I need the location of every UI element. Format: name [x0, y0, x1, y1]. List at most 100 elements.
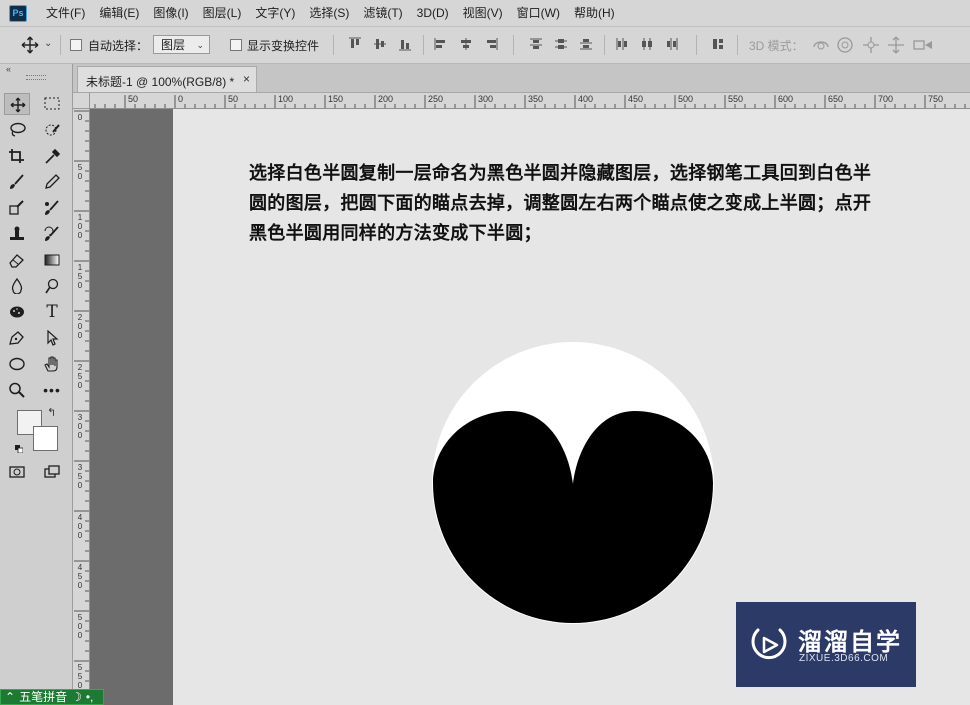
marquee-tool[interactable]: [39, 93, 65, 115]
moon-icon[interactable]: ☽: [71, 690, 82, 704]
dodge-tool[interactable]: [39, 275, 65, 297]
show-transform-checkbox[interactable]: [230, 39, 242, 51]
align-top-icon[interactable]: [348, 37, 362, 51]
menu-type[interactable]: 文字(Y): [255, 0, 295, 26]
3d-roll-icon[interactable]: [836, 36, 854, 57]
chevron-down-icon: ⌄: [196, 40, 204, 50]
3d-rotate-icon[interactable]: [811, 36, 831, 57]
more-tools[interactable]: •••: [39, 379, 65, 401]
ruler-label: 2 5 0: [77, 363, 83, 390]
move-tool[interactable]: [4, 93, 30, 115]
distribute-top-icon[interactable]: [529, 37, 543, 51]
align-left-icon[interactable]: [434, 37, 448, 51]
swap-colors-icon[interactable]: ↰: [47, 406, 56, 419]
pen-tool[interactable]: [4, 327, 30, 349]
crop-tool[interactable]: [4, 145, 30, 167]
sponge-icon: [10, 306, 24, 318]
quick-mask-tool[interactable]: [4, 461, 30, 483]
pencil-tool[interactable]: [39, 171, 65, 193]
lasso-icon: [10, 122, 26, 137]
divider: [60, 35, 61, 55]
brush-tool[interactable]: [4, 171, 30, 193]
quick-mask-icon: [9, 466, 25, 478]
lasso-tool[interactable]: [4, 119, 30, 141]
distribute-bottom-icon[interactable]: [579, 37, 593, 51]
menu-help[interactable]: 帮助(H): [574, 0, 615, 26]
show-transform-label: 显示变换控件: [247, 39, 320, 53]
dodge-icon: [45, 278, 59, 294]
auto-select-checkbox[interactable]: [70, 39, 82, 51]
menu-edit[interactable]: 编辑(E): [99, 0, 139, 26]
close-icon[interactable]: ×: [243, 72, 250, 86]
3d-pan-icon[interactable]: [862, 36, 880, 57]
auto-align-icon[interactable]: [711, 37, 725, 51]
eraser-tool[interactable]: [4, 249, 30, 271]
history-brush-tool[interactable]: [39, 223, 65, 245]
auto-select-target-dropdown[interactable]: 图层 ⌄: [153, 35, 210, 54]
distribute-left-icon[interactable]: [615, 37, 629, 51]
screen-mode-tool[interactable]: [39, 461, 65, 483]
divider: [513, 35, 514, 55]
menu-image[interactable]: 图像(I): [153, 0, 188, 26]
horizontal-ruler[interactable]: 50 0 50 100 150 200 250 300 350 400 450 500 550 600 65…: [90, 93, 970, 109]
menu-view[interactable]: 视图(V): [463, 0, 503, 26]
divider: [696, 35, 697, 55]
document-canvas[interactable]: 选择白色半圆复制一层命名为黑色半圆并隐藏图层，选择钢笔工具回到白色半圆的图层，把…: [173, 109, 970, 705]
menu-file[interactable]: 文件(F): [46, 0, 85, 26]
clone-stamp-tool[interactable]: [4, 197, 30, 219]
stamp-tool[interactable]: [4, 223, 30, 245]
ruler-label: 1 5 0: [77, 263, 83, 290]
align-hcenter-icon[interactable]: [459, 37, 473, 51]
quick-select-icon: [45, 124, 60, 136]
eyedropper-tool[interactable]: [39, 145, 65, 167]
punctuation-icon[interactable]: •,: [86, 690, 94, 704]
ime-toggle-icon[interactable]: ⌃: [5, 690, 15, 704]
ellipse-tool[interactable]: [4, 353, 30, 375]
mixer-brush-tool[interactable]: [39, 197, 65, 219]
default-colors-icon[interactable]: [15, 442, 24, 454]
ruler-label: 350: [528, 94, 544, 104]
distribute-hcenter-icon[interactable]: [640, 37, 654, 51]
zoom-icon: [9, 382, 25, 398]
3d-slide-icon[interactable]: [887, 36, 905, 57]
menu-layer[interactable]: 图层(L): [203, 0, 242, 26]
document-tab[interactable]: 未标题-1 @ 100%(RGB/8) * ×: [77, 66, 257, 92]
yin-yang-artwork[interactable]: [431, 342, 717, 628]
gradient-tool[interactable]: [39, 249, 65, 271]
more-icon: •••: [43, 382, 61, 398]
align-vcenter-icon[interactable]: [373, 37, 387, 51]
sponge-tool[interactable]: [4, 301, 30, 323]
distribute-vcenter-icon[interactable]: [554, 37, 568, 51]
menu-3d[interactable]: 3D(D): [417, 0, 449, 26]
type-tool[interactable]: T: [39, 301, 65, 323]
panel-collapse-icon[interactable]: «: [6, 64, 11, 74]
blur-tool[interactable]: [4, 275, 30, 297]
divider: [423, 35, 424, 55]
vertical-ruler[interactable]: 0 5 0 1 0 0 1 5 0 2 0 0 2 5 0 3 0 0 3 5 0 4 0 0 4…: [73, 109, 90, 705]
panel-grip[interactable]: [26, 75, 46, 80]
menu-items: 文件(F) 编辑(E) 图像(I) 图层(L) 文字(Y) 选择(S) 滤镜(T…: [46, 0, 629, 26]
background-color-swatch[interactable]: [33, 426, 58, 451]
ime-status-bar[interactable]: ⌃ 五笔拼音 ☽ •,: [0, 689, 104, 705]
ruler-label: 2 0 0: [77, 313, 83, 340]
zoom-tool[interactable]: [4, 379, 30, 401]
3d-scale-icon[interactable]: [912, 36, 934, 57]
hand-tool[interactable]: [39, 353, 65, 375]
distribute-right-icon[interactable]: [665, 37, 679, 51]
ruler-label: 300: [478, 94, 494, 104]
quick-select-tool[interactable]: [39, 119, 65, 141]
menu-filter[interactable]: 滤镜(T): [363, 0, 402, 26]
document-tab-title: 未标题-1 @ 100%(RGB/8) *: [86, 75, 235, 89]
ruler-label: 250: [428, 94, 444, 104]
align-bottom-icon[interactable]: [398, 37, 412, 51]
move-tool-preset-icon[interactable]: [20, 35, 40, 55]
auto-select-target-value: 图层: [161, 38, 186, 52]
menu-window[interactable]: 窗口(W): [517, 0, 560, 26]
path-select-tool[interactable]: [39, 327, 65, 349]
menu-select[interactable]: 选择(S): [309, 0, 349, 26]
ruler-origin[interactable]: [73, 93, 90, 109]
brush-icon: [10, 174, 24, 189]
chevron-down-icon[interactable]: ⌄: [44, 38, 52, 49]
align-right-icon[interactable]: [484, 37, 498, 51]
ruler-label: 750: [928, 94, 944, 104]
